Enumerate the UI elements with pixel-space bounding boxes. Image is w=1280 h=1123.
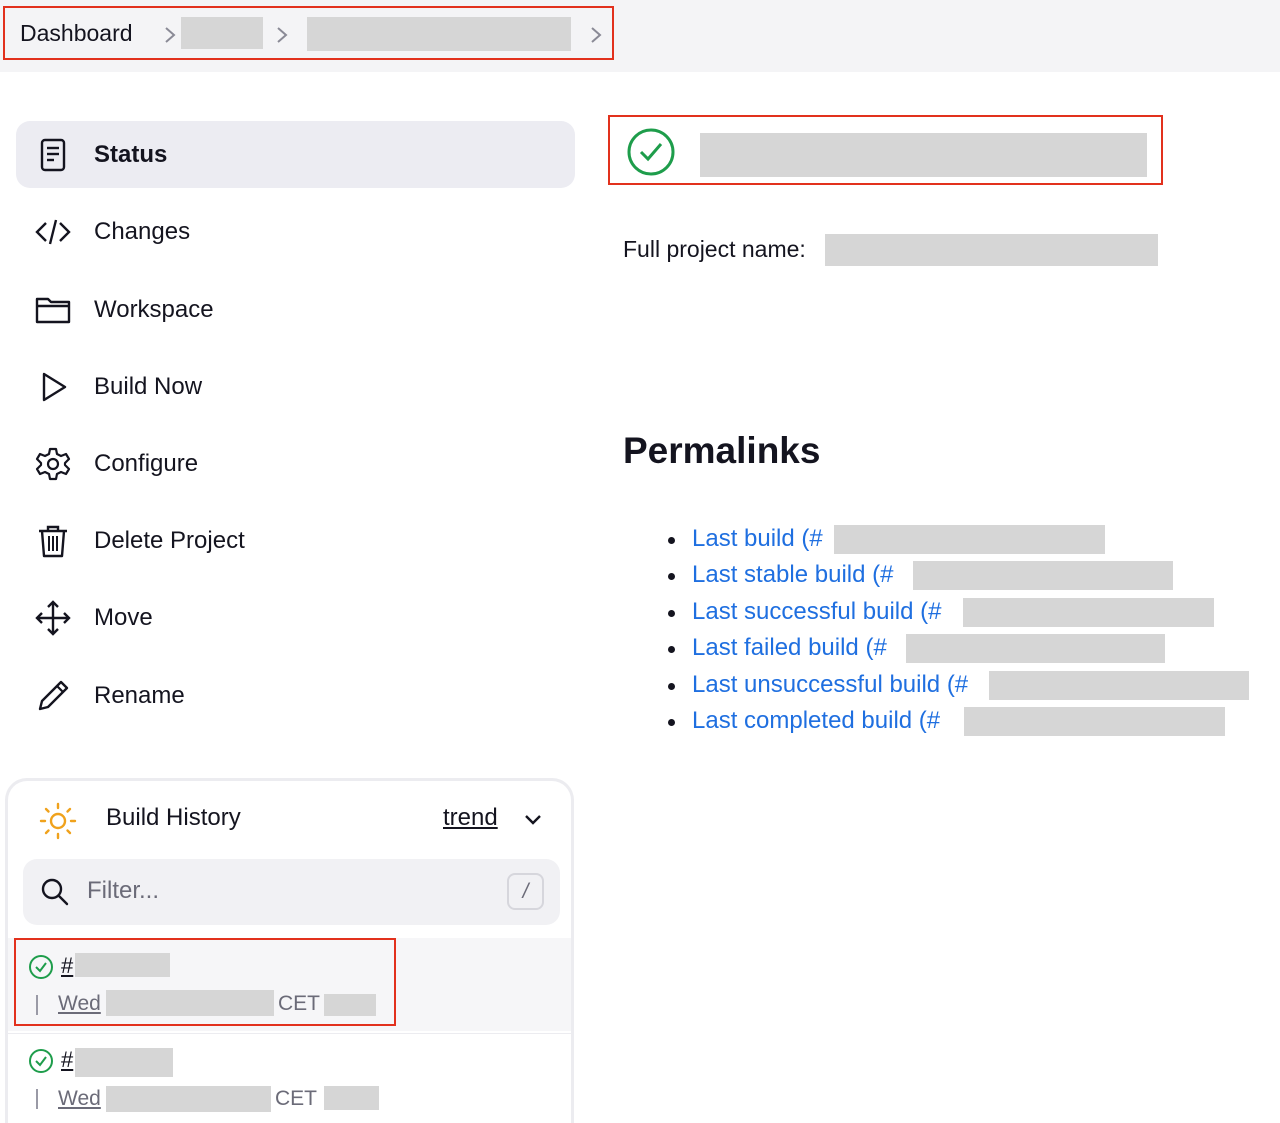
permalink-redacted [834,525,1105,554]
build-number-redacted [75,1048,173,1077]
build-date-link[interactable]: Wed [58,1087,101,1111]
permalink-redacted [963,597,1214,627]
permalink-redacted [906,634,1165,664]
permalink-last-unsuccessful-build[interactable]: Last unsuccessful build (# [692,668,968,702]
breadcrumb: Dashboard [3,6,614,60]
build-date-redacted [106,1086,271,1112]
permalink-redacted [913,561,1173,591]
gear-icon [35,446,71,482]
bullet [668,609,675,617]
bullet [668,646,675,654]
search-icon [40,877,70,907]
job-title-box [608,115,1163,185]
permalinks-heading: Permalinks [623,430,821,471]
task-status[interactable]: Status [16,121,575,188]
task-label: Move [94,604,153,631]
bullet [668,682,675,690]
bullet [668,573,675,581]
task-changes[interactable]: Changes [16,198,575,265]
build-year-redacted [324,1086,379,1110]
keyboard-shortcut-hint: / [507,873,544,910]
build-filter: / [23,859,560,925]
play-icon [35,369,71,405]
task-label: Status [94,141,168,168]
permalink-last-stable-build[interactable]: Last stable build (# [692,558,893,592]
permalink-redacted [964,706,1225,736]
task-label: Workspace [94,296,214,323]
task-label: Changes [94,218,191,245]
job-title-redacted [700,133,1147,177]
full-project-name-redacted [825,234,1158,266]
sun-icon [38,801,78,841]
permalink-last-completed-build[interactable]: Last completed build (# [692,704,940,738]
task-build-now[interactable]: Build Now [16,353,575,420]
build-row[interactable]: # Wed CET [8,1033,571,1123]
task-label: Configure [94,450,199,477]
task-label: Delete Project [94,527,245,554]
filter-input[interactable] [87,875,487,907]
permalink-last-build[interactable]: Last build (# [692,522,823,556]
task-delete-project[interactable]: Delete Project [16,507,575,574]
chevron-down-icon[interactable] [523,813,543,827]
status-document-icon [35,137,71,173]
chevron-right-icon [589,25,603,45]
code-icon [35,214,71,250]
build-timezone: CET [275,1087,317,1110]
task-configure[interactable]: Configure [16,430,575,497]
build-row-highlight [14,938,396,1026]
permalink-last-successful-build[interactable]: Last successful build (# [692,595,941,629]
trash-icon [35,523,71,559]
task-label: Rename [94,682,185,709]
success-check-icon [28,1048,54,1074]
full-project-name-label: Full project name: [623,236,806,262]
task-rename[interactable]: Rename [16,662,575,729]
breadcrumb-item-redacted[interactable] [181,17,263,49]
timeline-bar [36,1089,38,1109]
breadcrumb-bar: Dashboard [0,0,1280,72]
chevron-right-icon [163,25,177,45]
pencil-icon [35,678,71,714]
task-label: Build Now [94,373,203,400]
breadcrumb-dashboard[interactable]: Dashboard [20,20,133,47]
move-arrows-icon [35,600,71,636]
trend-link[interactable]: trend [443,804,498,832]
permalink-last-failed-build[interactable]: Last failed build (# [692,631,887,665]
permalink-redacted [989,670,1249,700]
bullet [668,718,675,726]
task-move[interactable]: Move [16,584,575,651]
task-workspace[interactable]: Workspace [16,276,575,343]
success-check-icon [626,127,676,177]
build-history-panel: Build History trend / # Wed CET # Wed CE… [5,778,574,1123]
bullet [668,537,675,544]
folder-icon [35,292,71,328]
build-history-title: Build History [106,804,241,831]
build-number-link[interactable]: # [61,1047,73,1073]
breadcrumb-item-redacted[interactable] [307,17,571,51]
chevron-right-icon [275,25,289,45]
